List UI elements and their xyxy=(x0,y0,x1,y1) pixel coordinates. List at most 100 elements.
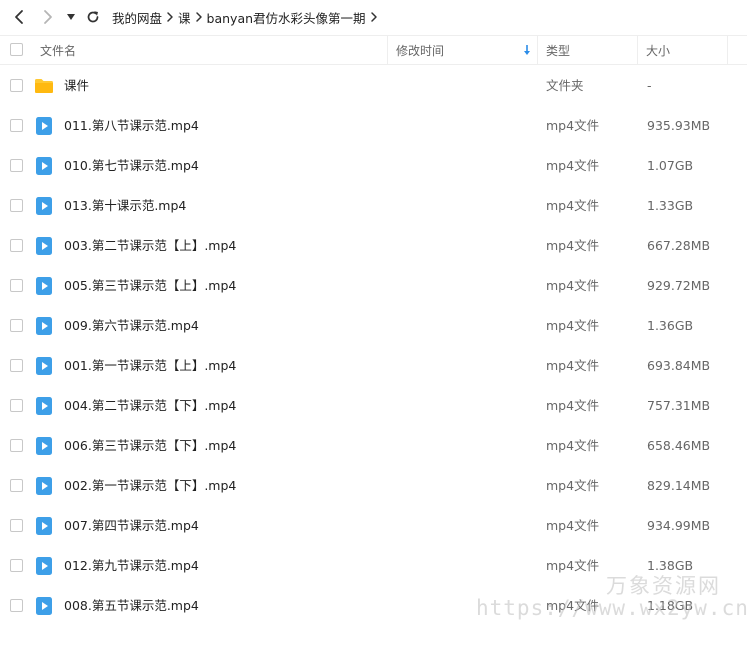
file-row[interactable]: 013.第十课示范.mp4 mp4文件 1.33GB xyxy=(0,186,747,226)
video-file-icon xyxy=(34,396,54,416)
file-name[interactable]: 006.第三节课示范【下】.mp4 xyxy=(64,426,236,466)
video-file-icon xyxy=(34,356,54,376)
file-type: mp4文件 xyxy=(546,278,600,293)
row-checkbox[interactable] xyxy=(10,399,23,412)
file-type: mp4文件 xyxy=(546,358,600,373)
video-file-icon xyxy=(34,276,54,296)
file-type: mp4文件 xyxy=(546,158,600,173)
column-header-name[interactable]: 文件名 xyxy=(34,36,388,64)
file-name[interactable]: 013.第十课示范.mp4 xyxy=(64,186,186,226)
row-checkbox[interactable] xyxy=(10,559,23,572)
chevron-left-icon xyxy=(15,10,23,24)
video-file-icon xyxy=(34,436,54,456)
file-row[interactable]: 003.第二节课示范【上】.mp4 mp4文件 667.28MB xyxy=(0,226,747,266)
video-file-icon xyxy=(34,196,54,216)
history-dropdown-button[interactable] xyxy=(62,0,80,34)
file-name[interactable]: 003.第二节课示范【上】.mp4 xyxy=(64,226,236,266)
video-file-icon xyxy=(34,476,54,496)
refresh-icon xyxy=(87,11,99,23)
caret-down-icon xyxy=(67,14,75,20)
file-row[interactable]: 002.第一节课示范【下】.mp4 mp4文件 829.14MB xyxy=(0,466,747,506)
file-row[interactable]: 007.第四节课示范.mp4 mp4文件 934.99MB xyxy=(0,506,747,546)
navigation-bar: 我的网盘 课 banyan君仿水彩头像第一期 xyxy=(0,0,747,34)
file-row[interactable]: 005.第三节课示范【上】.mp4 mp4文件 929.72MB xyxy=(0,266,747,306)
file-list: 课件 文件夹 - 011.第八节课示范.mp4 mp4文件 935.93MB 010.第七节… xyxy=(0,66,747,626)
file-name[interactable]: 002.第一节课示范【下】.mp4 xyxy=(64,466,236,506)
file-type: mp4文件 xyxy=(546,198,600,213)
folder-icon xyxy=(34,76,54,96)
file-row[interactable]: 006.第三节课示范【下】.mp4 mp4文件 658.46MB xyxy=(0,426,747,466)
file-name[interactable]: 课件 xyxy=(64,66,89,106)
refresh-button[interactable] xyxy=(80,0,106,34)
row-checkbox[interactable] xyxy=(10,359,23,372)
video-file-icon xyxy=(34,316,54,336)
forward-button[interactable] xyxy=(34,0,62,34)
file-name[interactable]: 007.第四节课示范.mp4 xyxy=(64,506,199,546)
row-checkbox[interactable] xyxy=(10,319,23,332)
file-size: 667.28MB xyxy=(647,238,711,253)
file-size: 829.14MB xyxy=(647,478,711,493)
row-checkbox[interactable] xyxy=(10,279,23,292)
file-size: 935.93MB xyxy=(647,118,711,133)
file-type: 文件夹 xyxy=(546,78,584,93)
file-size: 929.72MB xyxy=(647,278,711,293)
file-size: 1.33GB xyxy=(647,198,694,213)
breadcrumb-item-current[interactable]: banyan君仿水彩头像第一期 xyxy=(207,8,366,27)
video-file-icon xyxy=(34,516,54,536)
video-file-icon xyxy=(34,596,54,616)
video-file-icon xyxy=(34,116,54,136)
back-button[interactable] xyxy=(4,0,34,34)
column-header-type[interactable]: 类型 xyxy=(538,36,638,64)
select-all-checkbox[interactable] xyxy=(10,43,23,56)
row-checkbox[interactable] xyxy=(10,439,23,452)
file-row[interactable]: 009.第六节课示范.mp4 mp4文件 1.36GB xyxy=(0,306,747,346)
file-type: mp4文件 xyxy=(546,558,600,573)
select-all-cell xyxy=(10,36,24,64)
video-file-icon xyxy=(34,156,54,176)
row-checkbox[interactable] xyxy=(10,599,23,612)
file-type: mp4文件 xyxy=(546,238,600,253)
file-row[interactable]: 004.第二节课示范【下】.mp4 mp4文件 757.31MB xyxy=(0,386,747,426)
file-row[interactable]: 001.第一节课示范【上】.mp4 mp4文件 693.84MB xyxy=(0,346,747,386)
file-type: mp4文件 xyxy=(546,398,600,413)
file-size: 934.99MB xyxy=(647,518,711,533)
file-row[interactable]: 010.第七节课示范.mp4 mp4文件 1.07GB xyxy=(0,146,747,186)
video-file-icon xyxy=(34,556,54,576)
file-size: 693.84MB xyxy=(647,358,711,373)
file-name[interactable]: 004.第二节课示范【下】.mp4 xyxy=(64,386,236,426)
file-size: 658.46MB xyxy=(647,438,711,453)
sort-descending-icon xyxy=(524,45,530,55)
chevron-right-icon xyxy=(366,0,382,34)
breadcrumb: 我的网盘 课 banyan君仿水彩头像第一期 xyxy=(112,0,382,34)
file-name[interactable]: 010.第七节课示范.mp4 xyxy=(64,146,199,186)
row-checkbox[interactable] xyxy=(10,239,23,252)
row-checkbox[interactable] xyxy=(10,119,23,132)
row-checkbox[interactable] xyxy=(10,519,23,532)
watermark-url: https://www.wx2yw.cn xyxy=(476,596,747,620)
column-header-modified-label: 修改时间 xyxy=(396,43,445,58)
file-type: mp4文件 xyxy=(546,438,600,453)
file-name[interactable]: 009.第六节课示范.mp4 xyxy=(64,306,199,346)
file-type: mp4文件 xyxy=(546,318,600,333)
file-name[interactable]: 011.第八节课示范.mp4 xyxy=(64,106,199,146)
file-name[interactable]: 008.第五节课示范.mp4 xyxy=(64,586,199,626)
column-header-size-label: 大小 xyxy=(646,43,671,58)
file-size: 1.36GB xyxy=(647,318,694,333)
row-checkbox[interactable] xyxy=(10,199,23,212)
file-type: mp4文件 xyxy=(546,118,600,133)
breadcrumb-item-root[interactable]: 我的网盘 xyxy=(112,8,162,27)
file-row[interactable]: 011.第八节课示范.mp4 mp4文件 935.93MB xyxy=(0,106,747,146)
file-name[interactable]: 012.第九节课示范.mp4 xyxy=(64,546,199,586)
file-size: - xyxy=(647,78,652,93)
row-checkbox[interactable] xyxy=(10,159,23,172)
row-checkbox[interactable] xyxy=(10,79,23,92)
column-header-size[interactable]: 大小 xyxy=(638,36,728,64)
file-name[interactable]: 005.第三节课示范【上】.mp4 xyxy=(64,266,236,306)
column-header-modified[interactable]: 修改时间 xyxy=(388,36,538,64)
row-checkbox[interactable] xyxy=(10,479,23,492)
file-size: 757.31MB xyxy=(647,398,711,413)
column-header-name-label: 文件名 xyxy=(40,43,77,58)
file-row[interactable]: 课件 文件夹 - xyxy=(0,66,747,106)
file-name[interactable]: 001.第一节课示范【上】.mp4 xyxy=(64,346,236,386)
breadcrumb-item-folder[interactable]: 课 xyxy=(178,8,191,27)
